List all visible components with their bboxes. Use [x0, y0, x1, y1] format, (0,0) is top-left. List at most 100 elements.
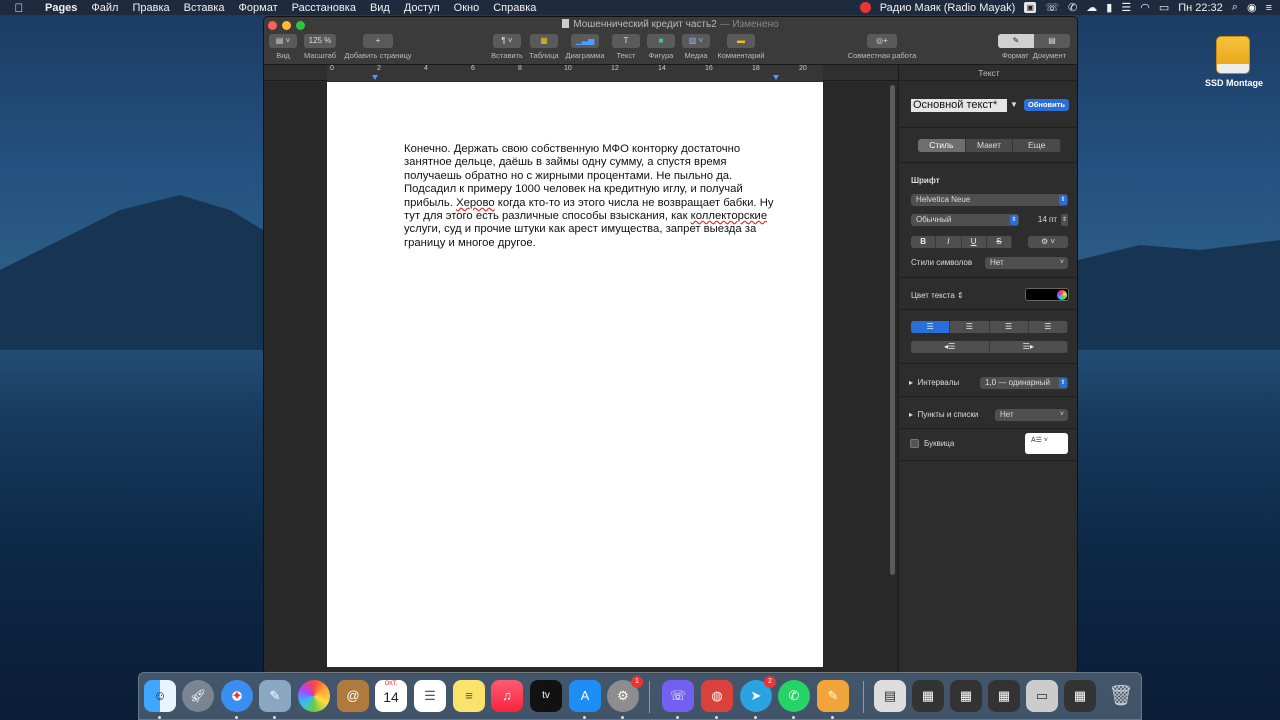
document-panel-icon[interactable]: ▤	[1034, 34, 1070, 48]
left-indent-marker[interactable]	[372, 75, 378, 80]
music-icon[interactable]: ♫	[491, 680, 523, 712]
inspector-segmented-control[interactable]: ✎ ▤	[998, 34, 1070, 48]
zoom-select[interactable]: 125 %	[304, 34, 336, 48]
preview-icon[interactable]: ✎	[259, 680, 291, 712]
italic-button[interactable]: I	[936, 236, 962, 248]
text-box-icon[interactable]: T	[612, 34, 640, 48]
tab-style[interactable]: Стиль	[918, 139, 966, 152]
keyboard-layout-icon[interactable]: ☰	[1121, 1, 1131, 14]
siri-icon[interactable]: ◉	[1247, 1, 1257, 14]
toolbar-text[interactable]: T Текст	[611, 34, 641, 64]
radio-station-label[interactable]: Радио Маяк (Radio Mayak)	[880, 2, 1016, 14]
align-center-icon[interactable]: ☰	[950, 321, 990, 333]
menu-app-name[interactable]: Pages	[38, 2, 84, 14]
tab-layout[interactable]: Макет	[966, 139, 1014, 152]
toolbar-chart[interactable]: ▁▃▅ Диаграмма	[563, 34, 607, 64]
wifi-icon[interactable]: ◠	[1140, 1, 1150, 14]
launchpad-icon[interactable]: 🚀︎	[182, 680, 214, 712]
align-right-icon[interactable]: ☰	[990, 321, 1029, 333]
increase-indent-icon[interactable]: ☰▸	[990, 341, 1068, 353]
photos-icon[interactable]	[298, 680, 330, 712]
paragraph-style-chevron-icon[interactable]: ▼	[1010, 100, 1018, 109]
font-size-value[interactable]: 14 пт	[1038, 215, 1057, 224]
reminders-icon[interactable]: ☰	[414, 680, 446, 712]
toolbar-comment[interactable]: ▬ Комментарий	[715, 34, 767, 64]
minimized-window-thumbnail[interactable]: ▦	[988, 680, 1020, 712]
body-text[interactable]: Конечно. Держать свою собственную МФО ко…	[404, 143, 774, 250]
battery-icon[interactable]: ▭	[1159, 1, 1169, 14]
color-wheel-icon[interactable]	[1057, 290, 1067, 300]
minimized-window-thumbnail[interactable]: ▭	[1026, 680, 1058, 712]
viber-status-icon[interactable]: ☏	[1045, 1, 1059, 14]
advanced-options-gear-icon[interactable]: ⚙ ˅	[1028, 236, 1068, 248]
format-brush-icon[interactable]: ✎	[998, 34, 1034, 48]
apple-menu-icon[interactable]: 	[0, 1, 38, 15]
contacts-icon[interactable]: @	[337, 680, 369, 712]
sidebar-view-icon[interactable]: ▤ ˅	[269, 34, 297, 48]
font-family-select[interactable]: Helvetica Neue ⇕	[911, 194, 1068, 206]
paragraph-style-select[interactable]: Основной текст*	[911, 99, 1007, 112]
pages-icon[interactable]: ✎	[817, 680, 849, 712]
menu-window[interactable]: Окно	[447, 2, 487, 14]
toolbar-shape[interactable]: ■ Фигура	[645, 34, 677, 64]
char-styles-select[interactable]: Нет ˅	[985, 257, 1068, 269]
font-size-stepper-arrows-icon[interactable]: ⇕	[1061, 214, 1068, 226]
minimized-window-thumbnail[interactable]: ▦	[1064, 680, 1096, 712]
photos-status-icon[interactable]: ▣	[1024, 2, 1037, 13]
menu-arrange[interactable]: Расстановка	[285, 2, 363, 14]
text-color-swatch[interactable]	[1025, 288, 1069, 301]
toolbar-view[interactable]: ▤ ˅ Вид	[268, 34, 298, 64]
minimized-window-thumbnail[interactable]: ▦	[912, 680, 944, 712]
radio-app-icon[interactable]: ◍	[701, 680, 733, 712]
spacing-disclosure[interactable]: ▸ Интервалы	[909, 378, 959, 387]
text-color-label[interactable]: Цвет текста ⇕	[911, 291, 964, 300]
notes-icon[interactable]: ≡	[453, 680, 485, 712]
whatsapp-status-icon[interactable]: ✆	[1068, 1, 1077, 14]
toolbar-zoom[interactable]: 125 % Масштаб	[300, 34, 340, 64]
ruler[interactable]: 0 2 4 6 8 10 12 14 16 18 20	[264, 65, 898, 81]
align-justify-icon[interactable]: ☰	[1029, 321, 1068, 333]
mic-status-icon[interactable]: ▮	[1106, 1, 1112, 14]
font-weight-select[interactable]: Обычный ⇕	[911, 214, 1019, 226]
apple-tv-icon[interactable]: tv	[530, 680, 562, 712]
document-stack-icon[interactable]: ▤	[874, 680, 906, 712]
update-style-button[interactable]: Обновить	[1024, 99, 1069, 111]
strikethrough-button[interactable]: S	[987, 236, 1012, 248]
toolbar-collaborate[interactable]: ◎+ Совместная работа	[846, 34, 918, 64]
dropcap-checkbox[interactable]	[910, 439, 919, 448]
calendar-icon[interactable]: ОКТ. 14	[375, 680, 407, 712]
minimized-window-thumbnail[interactable]: ▦	[950, 680, 982, 712]
dropcap-style-select[interactable]: A☰ ˅	[1025, 433, 1068, 454]
bullets-disclosure[interactable]: ▸ Пункты и списки	[909, 410, 978, 419]
table-icon[interactable]: ▦	[530, 34, 558, 48]
decrease-indent-icon[interactable]: ◂☰	[911, 341, 990, 353]
right-indent-marker[interactable]	[773, 75, 779, 80]
menu-file[interactable]: Файл	[84, 2, 125, 14]
toolbar-add-page[interactable]: + Добавить страницу	[342, 34, 414, 64]
misspelled-word[interactable]: Херово	[456, 197, 495, 209]
telegram-icon[interactable]: ➤ 2	[740, 676, 776, 712]
menu-edit[interactable]: Правка	[125, 2, 176, 14]
underline-button[interactable]: U	[962, 236, 987, 248]
clock[interactable]: Пн 22:32	[1178, 2, 1223, 14]
finder-icon[interactable]: ☺	[144, 680, 176, 712]
media-icon[interactable]: ▨ ˅	[682, 34, 710, 48]
control-center-icon[interactable]: ≡	[1266, 2, 1272, 14]
vertical-scrollbar[interactable]	[890, 85, 895, 575]
safari-icon[interactable]: ✦	[221, 680, 253, 712]
viber-icon[interactable]: ☏	[662, 680, 694, 712]
toolbar-inspector-switch[interactable]: ✎ ▤ Формат Документ	[997, 34, 1071, 64]
misspelled-word[interactable]: коллекторские	[691, 210, 767, 222]
document-canvas[interactable]: Конечно. Держать свою собственную МФО ко…	[264, 82, 898, 673]
document-page[interactable]: Конечно. Держать свою собственную МФО ко…	[327, 82, 823, 667]
menu-help[interactable]: Справка	[486, 2, 543, 14]
whatsapp-icon[interactable]: ✆	[778, 680, 810, 712]
toolbar-media[interactable]: ▨ ˅ Медиа	[680, 34, 712, 64]
menu-share[interactable]: Доступ	[397, 2, 447, 14]
collaborate-icon[interactable]: ◎+	[867, 34, 897, 48]
align-left-icon[interactable]: ☰	[911, 321, 951, 333]
trash-icon[interactable]: 🗑︎	[1105, 680, 1137, 712]
tab-more[interactable]: Еще	[1013, 139, 1061, 152]
system-preferences-icon[interactable]: ⚙ 1	[607, 676, 643, 712]
menu-insert[interactable]: Вставка	[177, 2, 232, 14]
